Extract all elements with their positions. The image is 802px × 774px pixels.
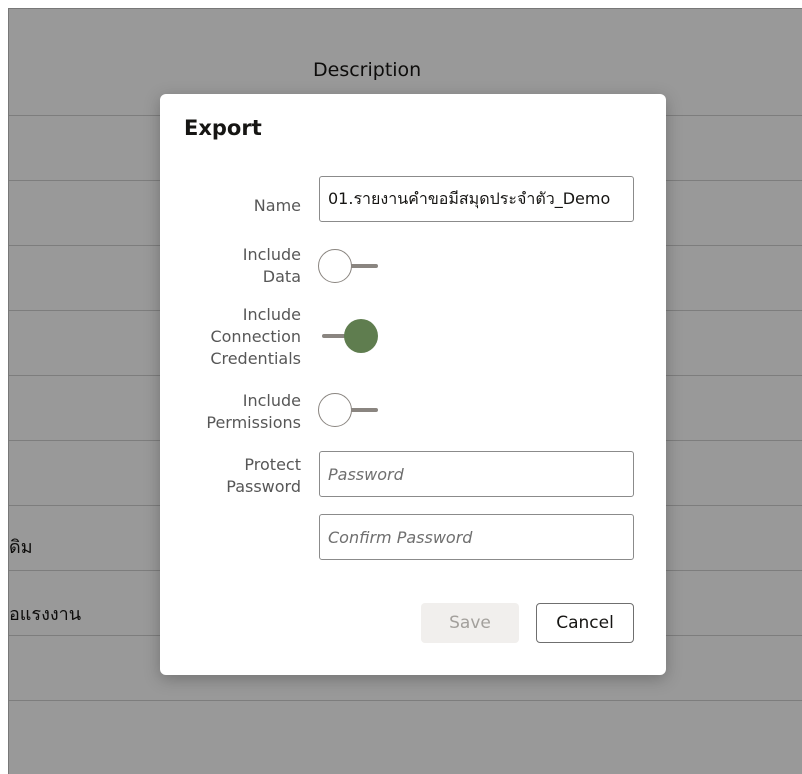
cancel-button[interactable]: Cancel (536, 603, 634, 643)
include-credentials-label: Include Connection Credentials (210, 305, 301, 368)
password-input[interactable] (319, 451, 634, 497)
save-button[interactable]: Save (421, 603, 519, 643)
name-input[interactable] (319, 176, 634, 222)
name-label: Name (253, 196, 301, 215)
include-permissions-label: Include Permissions (206, 391, 301, 432)
dialog-title: Export (184, 116, 262, 140)
include-data-switch[interactable] (318, 248, 380, 284)
switch-thumb (318, 249, 352, 283)
include-data-label: Include Data (242, 245, 301, 286)
switch-thumb (344, 319, 378, 353)
export-dialog: Export Name Include Data Include Connect… (160, 94, 666, 675)
switch-thumb (318, 393, 352, 427)
include-credentials-switch[interactable] (318, 318, 380, 354)
confirm-password-input[interactable] (319, 514, 634, 560)
protect-password-label: Protect Password (226, 455, 301, 496)
include-permissions-switch[interactable] (318, 392, 380, 428)
